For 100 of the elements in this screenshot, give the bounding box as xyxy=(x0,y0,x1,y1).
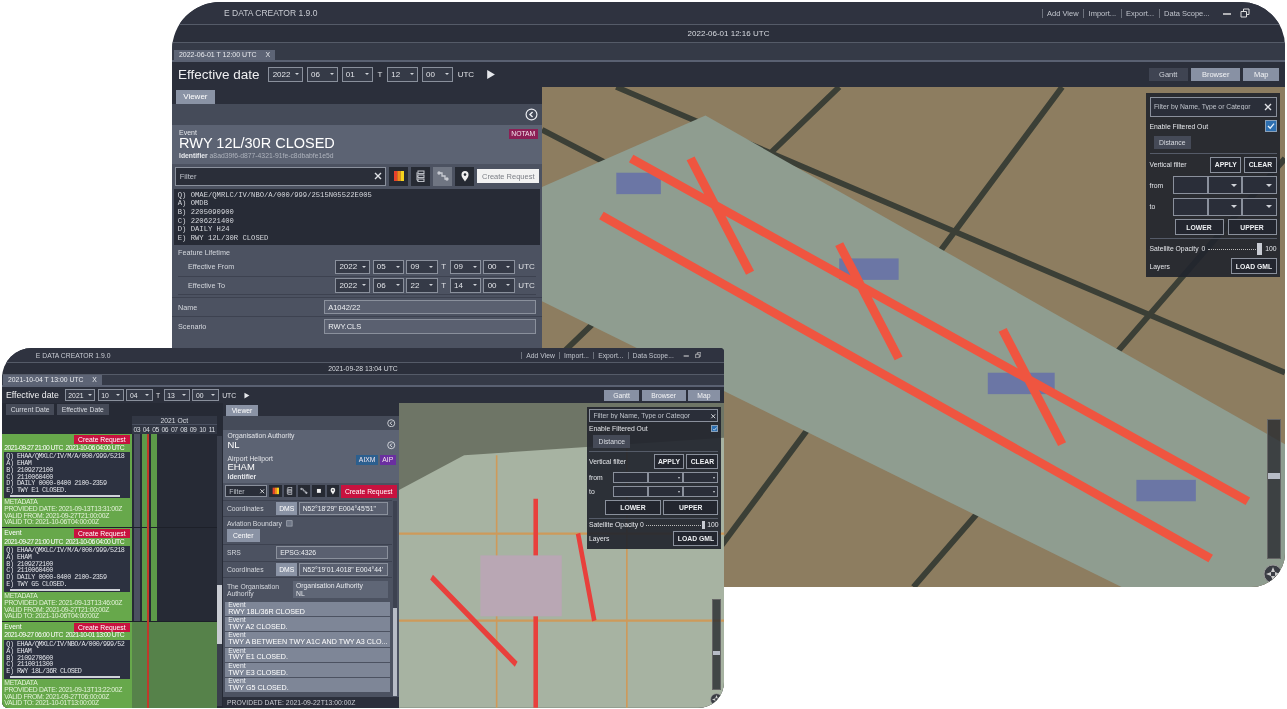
altitude-field[interactable] xyxy=(612,485,649,498)
dropdown[interactable]: 22 xyxy=(406,278,438,293)
palette-button[interactable] xyxy=(269,484,282,498)
palette-button[interactable] xyxy=(389,166,409,186)
event-card[interactable] xyxy=(2,622,132,708)
time-separator: T xyxy=(440,262,448,272)
timezone-label: UTC xyxy=(456,70,476,79)
caret-icon xyxy=(395,266,400,268)
slider-thumb[interactable] xyxy=(701,520,706,529)
link-icon xyxy=(436,170,449,183)
restore-icon[interactable] xyxy=(694,351,702,359)
dropdown[interactable] xyxy=(683,471,719,484)
time-separator: T xyxy=(376,70,384,79)
dropdown[interactable] xyxy=(1207,176,1243,195)
tree-button[interactable] xyxy=(283,484,296,498)
horizontal-scrollbar[interactable] xyxy=(10,494,120,498)
dropdown[interactable]: 2022 xyxy=(335,259,371,275)
dropdown[interactable]: 09 xyxy=(449,259,481,275)
caret-icon xyxy=(116,394,121,397)
timezone-label: UTC xyxy=(517,280,536,290)
vertical-scrollbar[interactable] xyxy=(393,500,398,696)
dropdown[interactable]: 09 xyxy=(406,259,438,275)
color-palette-icon xyxy=(271,487,280,496)
altitude-field[interactable] xyxy=(1173,176,1208,195)
opacity-slider[interactable] xyxy=(645,520,706,529)
dropdown[interactable] xyxy=(1242,197,1277,216)
compass-icon[interactable] xyxy=(709,693,723,707)
zoom-slider[interactable] xyxy=(1267,419,1281,559)
caret-icon xyxy=(429,284,434,287)
dropdown[interactable]: 00 xyxy=(483,278,515,293)
dropdown[interactable] xyxy=(1207,197,1243,216)
back-arrow-icon[interactable] xyxy=(387,418,396,428)
caret-icon xyxy=(1265,205,1272,209)
checkbox-icon[interactable] xyxy=(286,519,293,527)
zoom-slider-thumb[interactable] xyxy=(1268,472,1280,479)
effective-date-label: Effective date xyxy=(5,390,59,401)
pin-button[interactable] xyxy=(326,484,339,498)
dropdown[interactable] xyxy=(648,485,684,498)
caret-icon xyxy=(1231,205,1238,209)
slider-thumb[interactable] xyxy=(1257,242,1263,255)
event-card[interactable] xyxy=(2,528,132,622)
restore-icon[interactable] xyxy=(1240,8,1250,18)
dropdown[interactable]: 06 xyxy=(306,67,339,82)
pin-button[interactable] xyxy=(455,166,475,186)
dropdown[interactable]: 01 xyxy=(341,67,373,82)
zoom-slider-thumb[interactable] xyxy=(713,650,721,655)
compass-icon[interactable] xyxy=(1263,564,1283,584)
clock-label: 2022-06-01 12:16 UTC xyxy=(687,29,770,38)
caret-icon xyxy=(87,394,92,397)
horizontal-scrollbar[interactable] xyxy=(10,675,120,679)
horizontal-scrollbar[interactable] xyxy=(10,588,120,592)
checkbox[interactable] xyxy=(1264,120,1277,132)
dropdown[interactable] xyxy=(683,485,719,498)
dropdown[interactable]: 14 xyxy=(449,278,481,293)
dropdown[interactable] xyxy=(1242,176,1277,195)
dropdown[interactable] xyxy=(648,471,684,484)
caret-icon xyxy=(295,73,300,76)
dropdown[interactable]: 00 xyxy=(483,259,515,275)
caret-icon xyxy=(211,394,216,397)
caret-icon xyxy=(410,73,415,76)
dropdown[interactable]: 12 xyxy=(387,67,419,82)
link-button[interactable] xyxy=(297,484,311,498)
entity-title: RWY 12L/30R CLOSED xyxy=(179,136,335,153)
caret-icon xyxy=(444,73,449,76)
caret-icon xyxy=(1231,183,1238,187)
color-palette-icon xyxy=(392,170,405,183)
square-button[interactable] xyxy=(312,484,325,498)
check-icon xyxy=(1265,121,1276,131)
caret-icon xyxy=(145,394,150,397)
back-arrow-icon[interactable] xyxy=(387,441,396,450)
play-icon[interactable] xyxy=(484,69,496,80)
altitude-field[interactable] xyxy=(1173,197,1208,216)
altitude-field[interactable] xyxy=(612,471,649,484)
caret-icon xyxy=(472,284,477,287)
dropdown[interactable]: 2022 xyxy=(268,67,304,82)
checkbox[interactable] xyxy=(710,424,719,433)
effective-date-label: Effective date xyxy=(178,67,260,82)
link-icon xyxy=(300,487,308,496)
close-icon[interactable] xyxy=(372,171,383,182)
play-icon[interactable] xyxy=(243,391,251,399)
close-icon[interactable] xyxy=(709,412,717,420)
caret-icon xyxy=(361,266,366,268)
entity-title: EHAM xyxy=(227,462,255,473)
vertical-scrollbar[interactable] xyxy=(217,436,223,707)
tree-button[interactable] xyxy=(411,166,431,186)
dropdown[interactable]: 05 xyxy=(372,259,404,275)
close-icon[interactable] xyxy=(1263,101,1273,112)
dropdown[interactable]: 00 xyxy=(421,67,453,82)
close-icon[interactable] xyxy=(258,487,266,495)
event-card[interactable] xyxy=(2,434,132,528)
timezone-label: UTC xyxy=(517,262,536,272)
caret-icon xyxy=(361,284,366,287)
caret-icon xyxy=(472,266,477,268)
dropdown[interactable]: 06 xyxy=(372,278,404,293)
caret-icon xyxy=(429,266,434,268)
hierarchy-icon xyxy=(285,487,294,496)
opacity-slider[interactable] xyxy=(1208,242,1263,255)
caret-icon xyxy=(364,73,369,76)
dropdown[interactable]: 2022 xyxy=(335,278,371,293)
zoom-slider[interactable] xyxy=(712,598,722,690)
